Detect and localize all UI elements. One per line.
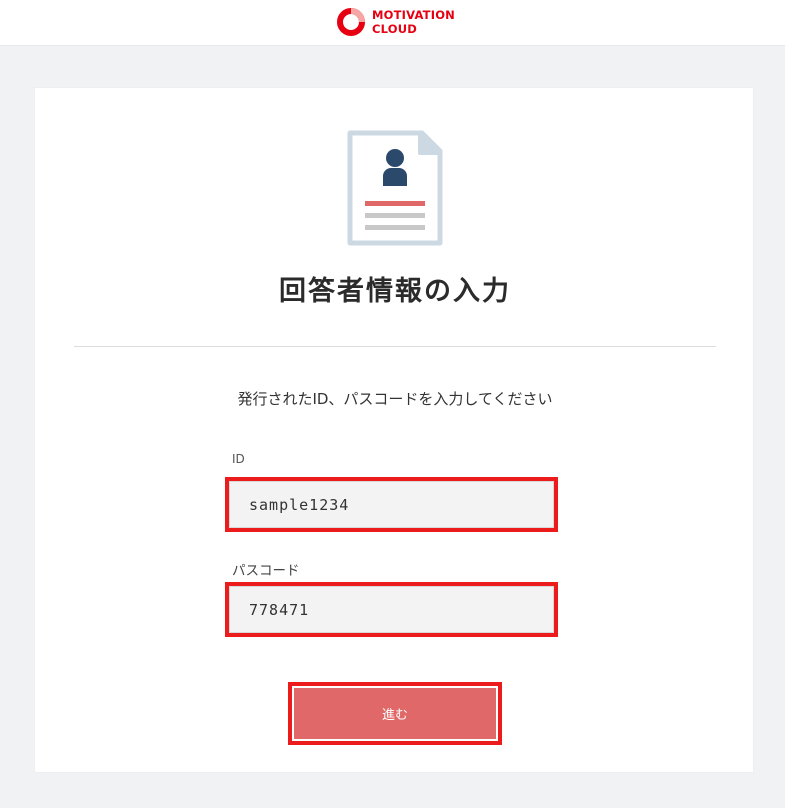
- divider: [74, 346, 716, 347]
- logo-line-2: CLOUD: [372, 22, 418, 36]
- submit-button-highlight: 進む: [288, 682, 502, 745]
- id-field-highlight: [225, 477, 558, 532]
- passcode-input[interactable]: [229, 586, 554, 633]
- logo-line-1: MOTIVATION: [372, 8, 455, 22]
- id-input[interactable]: [229, 481, 554, 528]
- instruction-text: 発行されたID、パスコードを入力してください: [237, 390, 553, 408]
- page-title: 回答者情報の入力: [279, 276, 511, 307]
- logo[interactable]: MOTIVATION CLOUD: [336, 6, 455, 38]
- header-bar: MOTIVATION CLOUD: [0, 0, 785, 46]
- submit-button[interactable]: 進む: [294, 688, 496, 739]
- respondent-info-card: 回答者情報の入力 発行されたID、パスコードを入力してください ID パスコード…: [34, 87, 754, 773]
- document-person-icon: [347, 130, 443, 246]
- logo-text: MOTIVATION CLOUD: [372, 8, 455, 36]
- passcode-field-label: パスコード: [232, 563, 300, 579]
- id-field-label: ID: [232, 452, 245, 466]
- logo-ring-icon: [337, 8, 365, 36]
- passcode-field-highlight: [225, 582, 558, 637]
